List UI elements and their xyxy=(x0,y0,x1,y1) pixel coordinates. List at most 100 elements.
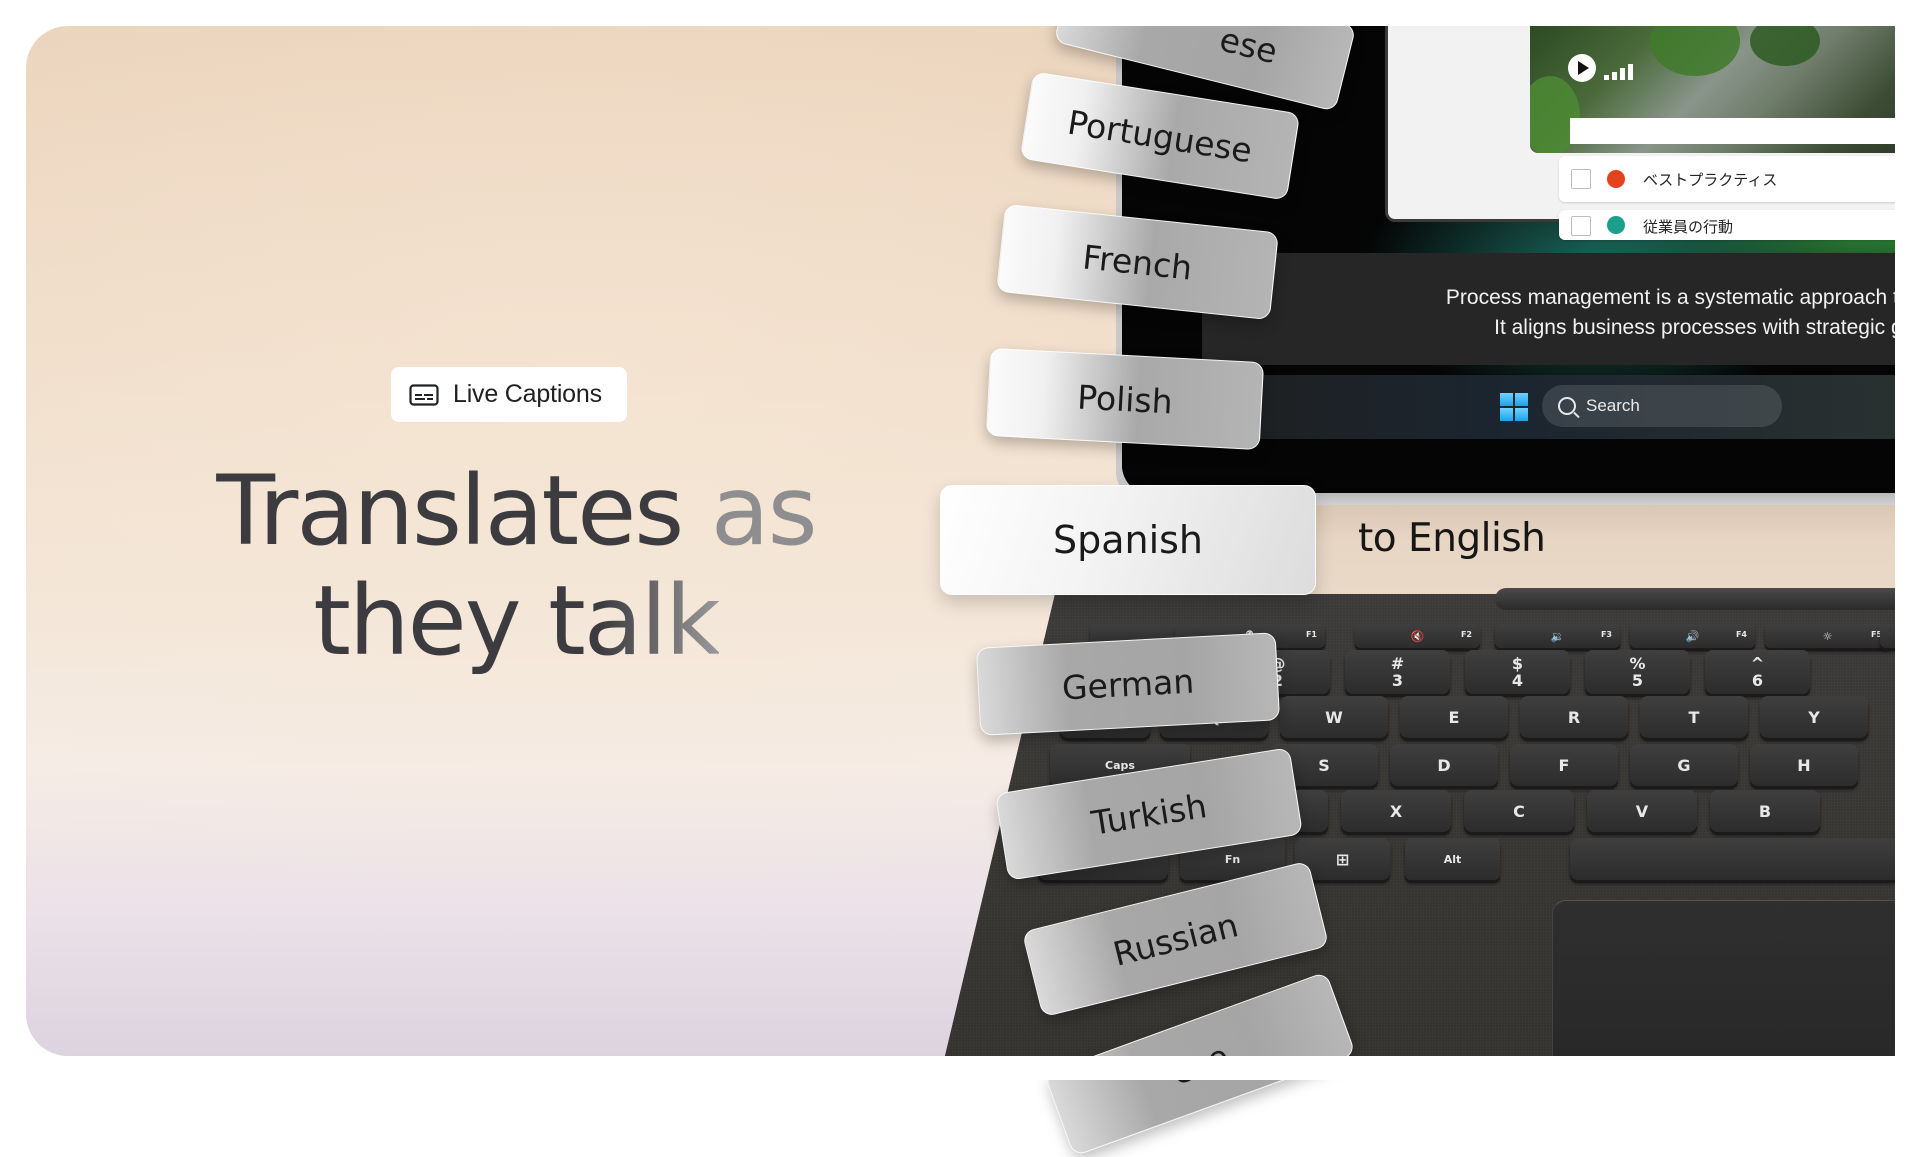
search-label: Search xyxy=(1586,396,1640,415)
language-label: Turkish xyxy=(1088,785,1210,843)
language-label: Polish xyxy=(1076,377,1174,421)
play-icon[interactable] xyxy=(1568,54,1596,82)
key-label: B xyxy=(1758,801,1772,821)
keyboard-key[interactable]: X xyxy=(1341,790,1451,832)
keyboard-key[interactable]: C xyxy=(1464,790,1574,832)
language-label: Russian xyxy=(1109,904,1242,974)
task-list: ベストプラクティス 従業員の行動 xyxy=(1559,156,1916,248)
keyboard-key[interactable] xyxy=(1570,838,1900,880)
key-label: V xyxy=(1635,801,1649,821)
checkbox[interactable] xyxy=(1571,216,1591,236)
page-margin xyxy=(1895,0,1920,1080)
key-label: C xyxy=(1513,801,1525,821)
keyboard-key[interactable]: 🔊 F4 xyxy=(1630,624,1755,648)
live-captions-badge: Live Captions xyxy=(391,367,627,422)
language-card[interactable]: German xyxy=(975,632,1281,736)
key-label: F xyxy=(1558,755,1570,775)
keyboard-key[interactable]: W xyxy=(1280,696,1388,738)
key-label: $ 4 xyxy=(1511,654,1524,690)
caption-line: It aligns business processes with strate… xyxy=(1494,316,1916,339)
language-card-selected[interactable]: Spanish xyxy=(940,485,1316,595)
headline-word: they xyxy=(313,565,521,677)
keyboard-key[interactable]: Alt xyxy=(1405,838,1500,880)
closed-captions-icon xyxy=(409,383,439,406)
key-sublabel: F4 xyxy=(1735,630,1747,639)
keyboard-key[interactable]: R xyxy=(1520,696,1628,738)
key-label: E xyxy=(1448,707,1460,727)
key-label: R xyxy=(1567,707,1581,727)
key-sublabel: F2 xyxy=(1460,630,1472,639)
key-label: T xyxy=(1688,707,1700,727)
page-margin xyxy=(0,0,1920,26)
key-label: G xyxy=(1677,755,1691,775)
keyboard-key[interactable]: H xyxy=(1750,744,1858,786)
keyboard-key[interactable]: V xyxy=(1587,790,1697,832)
keyboard-key[interactable]: B xyxy=(1710,790,1820,832)
key-label: 🔊 xyxy=(1685,629,1700,643)
headline-word: as xyxy=(710,455,818,567)
language-label: ese xyxy=(1215,18,1282,71)
keyboard-key[interactable]: ^ 6 xyxy=(1705,650,1810,694)
headline-line-1: Translates as xyxy=(176,456,856,566)
key-label: 🔉 xyxy=(1550,629,1565,643)
headline-word: talk xyxy=(548,565,721,677)
stylus-pen xyxy=(1495,588,1915,610)
list-item-text: ベストプラクティス xyxy=(1643,171,1778,189)
tomato-icon xyxy=(1607,170,1625,188)
key-sublabel: F3 xyxy=(1600,630,1612,639)
page-headline: Translates as they talk xyxy=(176,456,856,676)
live-caption-bar: Process management is a systematic appro… xyxy=(1202,253,1916,365)
keyboard-key[interactable]: 🔉 F3 xyxy=(1495,624,1620,648)
target-language-label: to English xyxy=(1358,516,1546,561)
keyboard-key[interactable]: Y xyxy=(1760,696,1868,738)
taskbar-search[interactable]: Search xyxy=(1542,385,1782,427)
search-icon xyxy=(1558,397,1576,415)
key-sublabel: F1 xyxy=(1305,630,1317,639)
keyboard-key[interactable]: # 3 xyxy=(1345,650,1450,694)
key-label: Caps xyxy=(1105,758,1135,772)
key-label: ☼ xyxy=(1822,629,1833,643)
language-label: French xyxy=(1080,236,1195,288)
headline-line-2: they talk xyxy=(176,566,856,676)
keyboard-key[interactable]: % 5 xyxy=(1585,650,1690,694)
key-label: H xyxy=(1797,755,1811,775)
video-progress-bar[interactable] xyxy=(1570,118,1916,144)
key-label: ⊞ xyxy=(1335,849,1350,869)
keyboard-key[interactable]: F xyxy=(1510,744,1618,786)
language-card[interactable]: Polish xyxy=(985,347,1265,451)
caption-line: Process management is a systematic appro… xyxy=(1445,286,1916,309)
keyboard-key[interactable]: ☼ F5 xyxy=(1765,624,1890,648)
keyboard-key[interactable]: E xyxy=(1400,696,1508,738)
key-label: D xyxy=(1437,755,1451,775)
keyboard-key[interactable]: G xyxy=(1630,744,1738,786)
leaf-icon xyxy=(1607,216,1625,234)
key-label: Fn xyxy=(1224,852,1241,866)
language-label: Portuguese xyxy=(1065,102,1255,170)
key-label: X xyxy=(1389,801,1403,821)
key-label: W xyxy=(1325,707,1343,727)
language-label: German xyxy=(1060,661,1196,707)
key-label: ^ 6 xyxy=(1750,654,1765,690)
key-label: # 3 xyxy=(1390,654,1405,690)
key-label: S xyxy=(1318,755,1330,775)
windows-start-icon[interactable] xyxy=(1500,393,1528,421)
key-label: Y xyxy=(1808,707,1820,727)
keyboard-key[interactable]: $ 4 xyxy=(1465,650,1570,694)
key-label: Alt xyxy=(1443,852,1462,866)
list-item[interactable]: 従業員の行動 xyxy=(1559,210,1916,240)
trackpad[interactable] xyxy=(1552,900,1898,1061)
headline-word: Translates xyxy=(216,455,684,567)
keyboard-key[interactable]: T xyxy=(1640,696,1748,738)
signal-bars-icon xyxy=(1604,62,1633,80)
video-player[interactable] xyxy=(1530,26,1916,153)
key-label: 🔇 xyxy=(1410,629,1425,643)
list-item-text: 従業員の行動 xyxy=(1643,219,1734,236)
badge-label: Live Captions xyxy=(453,380,602,408)
keyboard-key[interactable]: D xyxy=(1390,744,1498,786)
keyboard-key[interactable]: 🔇 F2 xyxy=(1355,624,1480,648)
key-label: % 5 xyxy=(1629,654,1646,690)
language-label: Spanish xyxy=(1052,518,1204,562)
list-item[interactable]: ベストプラクティス xyxy=(1559,156,1916,202)
caption-text: Process management is a systematic appro… xyxy=(1228,283,1916,343)
checkbox[interactable] xyxy=(1571,169,1591,189)
